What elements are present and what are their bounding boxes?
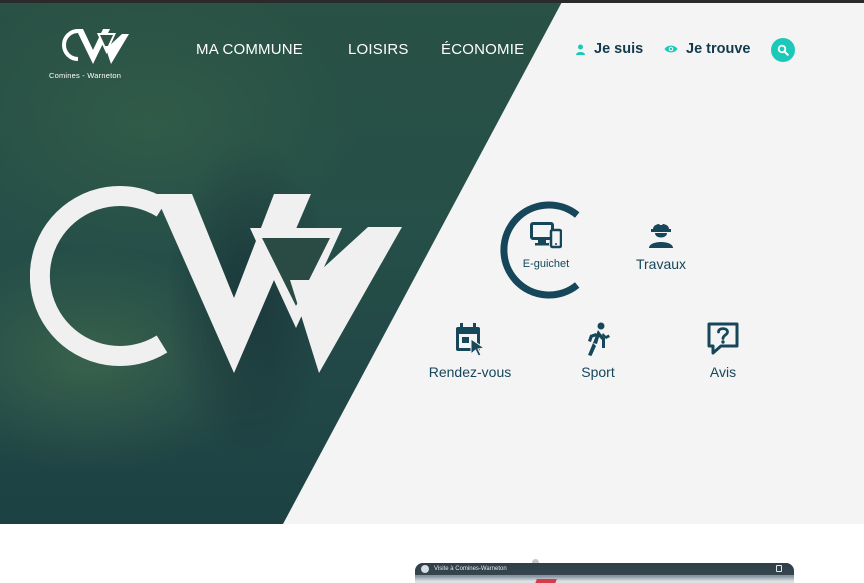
quicklink-label: E-guichet [522,258,570,270]
nav-economie[interactable]: ÉCONOMIE [441,41,524,58]
quicklink-rendez-vous[interactable]: Rendez-vous [428,322,512,380]
search-icon [777,44,789,56]
site-logo-text: Comines - Warneton [49,71,122,80]
quicklink-label: Sport [581,364,615,380]
quicklink-label: Travaux [635,256,687,272]
quicklink-e-guichet[interactable]: E-guichet [514,222,578,270]
eye-icon [664,45,678,53]
running-icon [588,322,610,356]
question-bubble-icon [707,322,739,355]
quicklink-avis[interactable]: Avis [699,322,747,380]
copy-icon[interactable] [776,565,782,572]
quicklink-label: Avis [709,364,737,380]
quicklink-travaux[interactable]: Travaux [626,218,696,272]
video-title: Visite à Comines-Warneton [434,566,507,572]
je-trouve-link[interactable]: Je trouve [664,41,750,57]
nav-ma-commune[interactable]: MA COMMUNE [196,41,303,58]
je-suis-label: Je suis [594,41,644,57]
je-suis-link[interactable]: Je suis [575,41,643,57]
je-trouve-label: Je trouve [686,41,751,57]
quicklink-label: Rendez-vous [428,364,512,380]
worker-icon [649,220,673,248]
video-player[interactable]: Visite à Comines-Warneton [415,563,794,583]
home-page: Comines - Warneton MA COMMUNE LOISIRS ÉC… [0,0,864,583]
calendar-icon [456,323,486,356]
hero-logo-mark [30,186,402,373]
person-icon [576,44,585,55]
channel-avatar [421,565,429,573]
video-title-bar: Visite à Comines-Warneton [415,563,794,575]
hero-banner: Comines - Warneton MA COMMUNE LOISIRS ÉC… [0,0,864,524]
search-button[interactable] [771,38,795,62]
quicklink-sport[interactable]: Sport [571,322,625,380]
nav-loisirs[interactable]: LOISIRS [348,41,409,58]
devices-icon [530,222,562,249]
